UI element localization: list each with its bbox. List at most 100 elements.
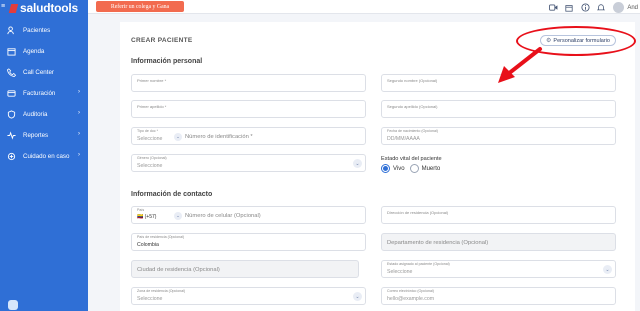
sidebar-item-reportes[interactable]: Reportes ›	[0, 125, 88, 146]
red-arrow-icon	[498, 47, 542, 83]
sidebar-item-label: Cuidado en caso	[23, 153, 70, 160]
country-value: Colombia	[137, 242, 159, 248]
section-title-personal: Información personal	[131, 58, 203, 65]
city-placeholder: Ciudad de residencia (Opcional)	[137, 267, 220, 273]
second-surname-field[interactable]: Segundo apellido (Opcional)	[381, 100, 616, 118]
birth-date-placeholder: DD/MM/AAAA	[387, 136, 420, 142]
zone-value: Seleccione	[137, 296, 163, 302]
chevron-down-icon: ⌄	[353, 159, 362, 168]
care-icon	[6, 152, 16, 162]
sidebar-item-label: Auditoria	[23, 111, 48, 118]
field-label: Primer apellido *	[137, 104, 167, 109]
radio-label: Muerto	[421, 165, 441, 172]
country-field[interactable]: País de residencia (Opcional) Colombia	[131, 233, 366, 251]
field-label: Segundo nombre (Opcional)	[387, 78, 438, 83]
first-name-field[interactable]: Primer nombre *	[131, 74, 366, 92]
birth-date-field[interactable]: Fecha de nacimiento (Opcional) DD/MM/AAA…	[381, 127, 616, 145]
create-patient-card: CREAR PACIENTE ⚙ Personalizar formulario…	[120, 22, 636, 311]
id-type-select[interactable]: Seleccione	[137, 136, 162, 142]
chat-icon[interactable]	[8, 300, 18, 310]
section-title-contact: Información de contacto	[131, 191, 213, 198]
sidebar-item-label: Call Center	[23, 69, 54, 76]
chevron-right-icon: ›	[78, 89, 80, 95]
avatar[interactable]	[613, 2, 625, 13]
billing-icon	[6, 89, 16, 99]
patients-icon	[6, 26, 16, 36]
chevron-down-icon[interactable]: ⌄	[174, 212, 182, 220]
radio-unselected-icon	[409, 164, 419, 173]
colombia-flag-icon: 🇨🇴	[137, 214, 144, 220]
info-icon[interactable]	[580, 3, 590, 13]
chevron-right-icon: ›	[78, 110, 80, 116]
department-placeholder: Departamento de residencia (Opcional)	[387, 240, 489, 246]
department-field[interactable]: Departamento de residencia (Opcional)	[381, 233, 616, 251]
page-title: CREAR PACIENTE	[131, 37, 193, 44]
phone-field: País 🇨🇴 (+57) ⌄ Número de celular (Opcio…	[131, 206, 366, 224]
cellphone-input[interactable]: Número de celular (Opcional)	[185, 213, 261, 219]
video-icon[interactable]	[548, 3, 558, 13]
email-field[interactable]: Correo electrónico (Opcional) hello@exam…	[381, 287, 616, 305]
refer-colleague-button[interactable]: Referir un colega y Gana	[96, 1, 184, 12]
country-code-select[interactable]: 🇨🇴 (+57)	[137, 214, 156, 220]
chevron-right-icon: ›	[78, 131, 80, 137]
bell-icon[interactable]	[596, 3, 606, 13]
app-logo[interactable]: saludtools	[8, 0, 79, 16]
first-surname-field[interactable]: Primer apellido *	[131, 100, 366, 118]
patient-state-select[interactable]: Estado asignado al paciente (Opcional) S…	[381, 260, 616, 278]
field-label: Estado asignado al paciente (Opcional)	[387, 262, 450, 266]
sidebar-item-facturacion[interactable]: Facturación ›	[0, 83, 88, 104]
calendar-icon[interactable]	[564, 3, 574, 13]
chevron-down-icon: ⌄	[353, 292, 362, 301]
gender-value: Seleccione	[137, 163, 163, 169]
topbar-icons: And	[542, 2, 638, 13]
sidebar-item-auditoria[interactable]: Auditoria ›	[0, 104, 88, 125]
field-label: Segundo apellido (Opcional)	[387, 104, 438, 109]
radio-label: Vivo	[393, 165, 405, 172]
field-label: País	[137, 208, 145, 212]
sidebar-item-agenda[interactable]: Agenda	[0, 41, 88, 62]
gender-select[interactable]: Género (Opcional) Seleccione ⌄	[131, 154, 366, 172]
logo-text: saludtools	[20, 1, 79, 15]
radio-selected-icon	[381, 164, 390, 173]
vital-status-label: Estado vital del paciente	[381, 156, 442, 162]
chevron-right-icon: ›	[78, 152, 80, 158]
email-placeholder: hello@example.com	[387, 296, 435, 302]
user-name[interactable]: And	[627, 5, 638, 11]
top-bar: Referir un colega y Gana And	[88, 0, 640, 14]
city-field[interactable]: Ciudad de residencia (Opcional)	[131, 260, 359, 278]
phone-icon	[6, 68, 16, 78]
chevron-down-icon: ⌄	[603, 265, 612, 274]
vital-status-radios: Vivo Muerto	[381, 164, 445, 173]
menu-collapse-icon[interactable]: ≡	[1, 3, 5, 10]
state-value: Seleccione	[387, 269, 413, 275]
id-field: Tipo de doc * Seleccione ⌄ Número de ide…	[131, 127, 366, 145]
sidebar: ≡ saludtools Pacientes Agenda Call Cente…	[0, 0, 88, 311]
pulse-icon	[6, 131, 16, 141]
address-field[interactable]: Dirección de residencia (Opcional)	[381, 206, 616, 224]
sidebar-item-label: Facturación	[23, 90, 56, 97]
calendar-icon	[6, 47, 16, 57]
field-label: Primer nombre *	[137, 78, 167, 83]
field-label: Correo electrónico (Opcional)	[387, 289, 434, 293]
field-label: Fecha de nacimiento (Opcional)	[387, 129, 438, 133]
chevron-down-icon[interactable]: ⌄	[174, 133, 182, 141]
id-number-input[interactable]: Número de identificación *	[185, 134, 253, 140]
zone-select[interactable]: Zona de residencia (Opcional) Seleccione…	[131, 287, 366, 305]
field-label: Zona de residencia (Opcional)	[137, 289, 186, 293]
sidebar-item-cuidado[interactable]: Cuidado en caso ›	[0, 146, 88, 167]
id-type-label: Tipo de doc *	[137, 129, 159, 133]
field-label: Dirección de residencia (Opcional)	[387, 210, 449, 215]
shield-icon	[6, 110, 16, 120]
sidebar-item-label: Pacientes	[23, 27, 51, 34]
sidebar-item-call-center[interactable]: Call Center	[0, 62, 88, 83]
sidebar-nav: Pacientes Agenda Call Center Facturación…	[0, 20, 88, 167]
sidebar-item-label: Agenda	[23, 48, 45, 55]
field-label: Género (Opcional)	[137, 156, 167, 160]
radio-dead[interactable]: Muerto	[409, 164, 441, 173]
logo-mark-icon	[8, 3, 19, 13]
country-code: (+57)	[144, 214, 157, 220]
radio-alive[interactable]: Vivo	[381, 164, 405, 173]
sidebar-item-label: Reportes	[23, 132, 49, 139]
field-label: País de residencia (Opcional)	[137, 235, 185, 239]
sidebar-item-pacientes[interactable]: Pacientes	[0, 20, 88, 41]
